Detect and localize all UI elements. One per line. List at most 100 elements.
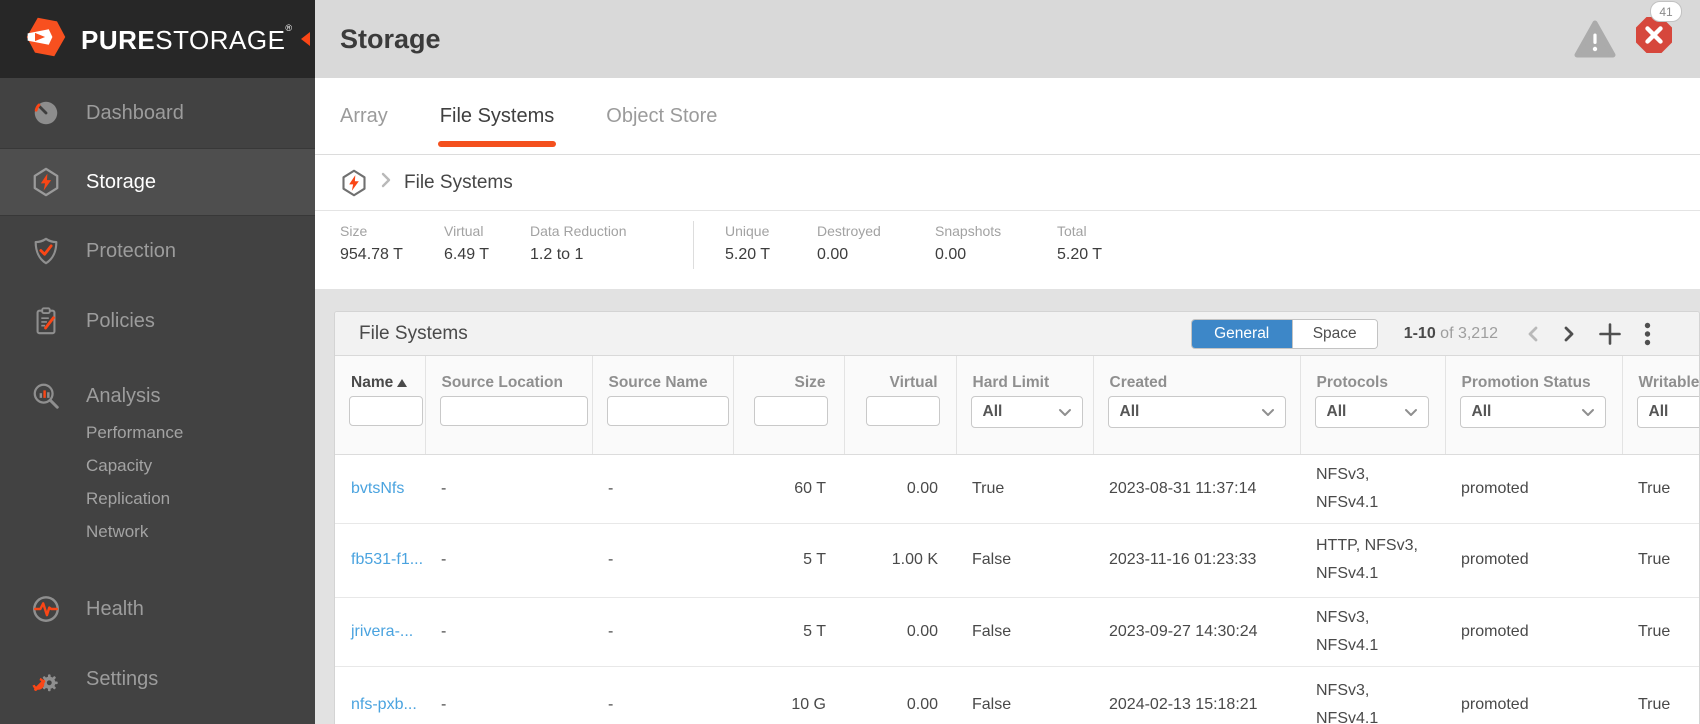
toggle-general-button[interactable]: General bbox=[1192, 320, 1292, 348]
stat-value: 5.20 T bbox=[1057, 246, 1102, 264]
column-header-name[interactable]: Name bbox=[335, 356, 425, 392]
toggle-space-button[interactable]: Space bbox=[1292, 320, 1377, 348]
sidebar-nav: Dashboard Storage Prot bbox=[0, 78, 315, 714]
column-header-source-name[interactable]: Source Name bbox=[592, 356, 733, 392]
sort-asc-icon bbox=[397, 374, 407, 392]
cell-source-name: - bbox=[592, 597, 733, 666]
cell-size: 5 T bbox=[733, 523, 844, 597]
page-title: Storage bbox=[340, 0, 441, 78]
stats-bar: Size 954.78 T Virtual 6.49 T Data Reduct… bbox=[315, 211, 1700, 289]
file-system-link[interactable]: fb531-f1... bbox=[351, 551, 423, 568]
cell-size: 10 G bbox=[733, 666, 844, 724]
filter-hard-limit-select[interactable]: All bbox=[971, 396, 1083, 428]
cell-writable: True bbox=[1622, 597, 1700, 666]
sidebar-item-performance[interactable]: Performance bbox=[86, 416, 315, 449]
top-bar: Storage 41 bbox=[315, 0, 1700, 78]
stat-total: Total 5.20 T bbox=[1057, 211, 1102, 264]
file-systems-table: Name Source Location Source Name Size Vi… bbox=[335, 356, 1700, 724]
stat-label: Virtual bbox=[444, 223, 530, 239]
filter-name-input[interactable] bbox=[349, 396, 423, 426]
cell-protocols: HTTP, NFSv3, NFSv4.1 bbox=[1300, 523, 1445, 597]
cell-writable: True bbox=[1622, 454, 1700, 523]
sidebar-item-label: Settings bbox=[86, 668, 158, 691]
purestorage-logo-icon bbox=[24, 15, 68, 64]
more-options-kebab-icon[interactable] bbox=[1644, 322, 1651, 346]
cell-hard-limit: False bbox=[956, 597, 1093, 666]
sidebar-item-label: Protection bbox=[86, 240, 176, 263]
cell-created: 2023-11-16 01:23:33 bbox=[1093, 523, 1300, 597]
column-header-writable[interactable]: Writable bbox=[1622, 356, 1700, 392]
sidebar-collapse-icon[interactable] bbox=[301, 32, 310, 46]
stat-label: Size bbox=[340, 223, 444, 239]
tab-file-systems[interactable]: File Systems bbox=[440, 78, 554, 154]
column-header-hard-limit[interactable]: Hard Limit bbox=[956, 356, 1093, 392]
tab-array[interactable]: Array bbox=[340, 78, 388, 154]
sidebar-item-network[interactable]: Network bbox=[86, 515, 315, 548]
sidebar-item-capacity[interactable]: Capacity bbox=[86, 449, 315, 482]
cell-source-name: - bbox=[592, 666, 733, 724]
filter-promotion-status-select[interactable]: All bbox=[1460, 396, 1606, 428]
stat-destroyed: Destroyed 0.00 bbox=[817, 211, 935, 264]
stat-value: 5.20 T bbox=[725, 246, 817, 264]
sidebar-item-replication[interactable]: Replication bbox=[86, 482, 315, 515]
sidebar-item-storage[interactable]: Storage bbox=[0, 148, 315, 216]
stat-value: 1.2 to 1 bbox=[530, 246, 671, 264]
stats-divider bbox=[693, 221, 694, 269]
cell-source-location: - bbox=[425, 597, 592, 666]
filter-source-location-input[interactable] bbox=[440, 396, 588, 426]
sub-item-label: Capacity bbox=[86, 456, 152, 476]
sidebar-item-label: Storage bbox=[86, 171, 156, 194]
stat-snapshots: Snapshots 0.00 bbox=[935, 211, 1057, 264]
pagination-text: 1-10 of 3,212 bbox=[1404, 325, 1498, 343]
filter-source-name-input[interactable] bbox=[607, 396, 729, 426]
sidebar-item-label: Analysis bbox=[86, 385, 160, 408]
column-header-size[interactable]: Size bbox=[733, 356, 844, 392]
file-system-link[interactable]: bvtsNfs bbox=[351, 480, 404, 497]
filter-writable-select[interactable]: All bbox=[1637, 396, 1700, 428]
filter-size-input[interactable] bbox=[754, 396, 828, 426]
sidebar-item-policies[interactable]: Policies bbox=[0, 286, 315, 356]
cell-created: 2024-02-13 15:18:21 bbox=[1093, 666, 1300, 724]
column-header-source-location[interactable]: Source Location bbox=[425, 356, 592, 392]
stat-label: Data Reduction bbox=[530, 223, 671, 239]
file-system-link[interactable]: nfs-pxb... bbox=[351, 696, 417, 713]
filter-virtual-input[interactable] bbox=[866, 396, 940, 426]
sidebar-item-analysis[interactable]: Analysis bbox=[0, 376, 315, 416]
analysis-submenu: Performance Capacity Replication Network bbox=[0, 416, 315, 548]
next-page-icon[interactable] bbox=[1562, 325, 1576, 343]
stat-size: Size 954.78 T bbox=[340, 211, 444, 264]
storage-hexagon-icon bbox=[30, 166, 62, 198]
sub-item-label: Performance bbox=[86, 423, 183, 443]
column-header-promotion-status[interactable]: Promotion Status bbox=[1445, 356, 1622, 392]
sidebar-item-health[interactable]: Health bbox=[0, 574, 315, 644]
heartbeat-circle-icon bbox=[30, 593, 62, 625]
main-content: Array File Systems Object Store File Sys… bbox=[315, 78, 1700, 724]
cell-hard-limit: False bbox=[956, 523, 1093, 597]
cell-writable: True bbox=[1622, 523, 1700, 597]
prev-page-icon[interactable] bbox=[1526, 325, 1540, 343]
file-system-link[interactable]: jrivera-... bbox=[351, 623, 413, 640]
warning-alert-icon[interactable] bbox=[1574, 20, 1616, 63]
sidebar-item-protection[interactable]: Protection bbox=[0, 216, 315, 286]
stat-value: 0.00 bbox=[817, 246, 935, 264]
column-header-virtual[interactable]: Virtual bbox=[844, 356, 956, 392]
cell-source-location: - bbox=[425, 666, 592, 724]
cell-hard-limit: True bbox=[956, 454, 1093, 523]
column-header-protocols[interactable]: Protocols bbox=[1300, 356, 1445, 392]
table-header-row: Name Source Location Source Name Size Vi… bbox=[335, 356, 1700, 392]
stat-label: Unique bbox=[725, 223, 817, 239]
filter-created-select[interactable]: All bbox=[1108, 396, 1286, 428]
add-file-system-icon[interactable] bbox=[1598, 322, 1622, 346]
sidebar-item-dashboard[interactable]: Dashboard bbox=[0, 78, 315, 148]
cell-writable: True bbox=[1622, 666, 1700, 724]
sidebar-item-settings[interactable]: Settings bbox=[0, 644, 315, 714]
breadcrumb-current: File Systems bbox=[404, 172, 513, 194]
column-header-created[interactable]: Created bbox=[1093, 356, 1300, 392]
cell-promotion-status: promoted bbox=[1445, 666, 1622, 724]
tab-object-store[interactable]: Object Store bbox=[606, 78, 717, 154]
logo-wordmark: PURESTORAGE® bbox=[81, 23, 293, 56]
filter-protocols-select[interactable]: All bbox=[1315, 396, 1429, 428]
panel-controls: General Space 1-10 of 3,212 bbox=[1191, 319, 1651, 349]
storage-hexagon-icon[interactable] bbox=[340, 169, 368, 197]
stat-label: Snapshots bbox=[935, 223, 1057, 239]
